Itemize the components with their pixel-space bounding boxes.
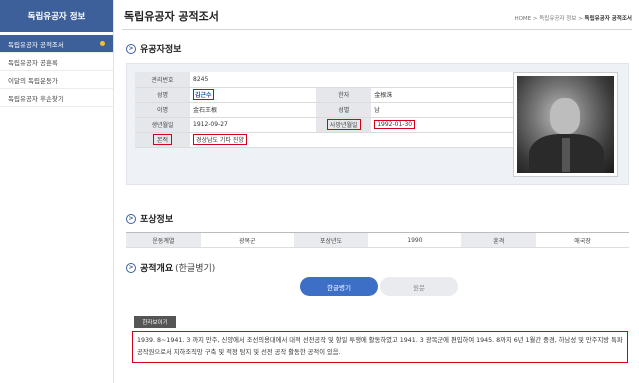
- profile-panel: 관리번호 8245 성명 김근수 한자 金根洙 이명 金石王根 성별 남 생년월…: [126, 63, 629, 185]
- category-value: 광복군: [200, 232, 294, 248]
- chevron-right-icon: >: [126, 213, 136, 224]
- hanja-label: 한자: [316, 87, 372, 103]
- id-label: 관리번호: [135, 72, 190, 88]
- summary-section-heading: > 공적개요 (한글병기): [126, 261, 215, 274]
- birth-label: 생년월일: [135, 117, 190, 133]
- active-dot-icon: [100, 41, 105, 46]
- id-value: 8245: [190, 72, 516, 88]
- section-title: 공적개요: [140, 264, 174, 274]
- chevron-right-icon: >: [126, 43, 136, 54]
- breadcrumb: HOME > 독립유공자 정보 > 독립유공자 공적조서: [514, 14, 632, 22]
- portrait-head: [550, 98, 580, 134]
- breadcrumb-separator: >: [532, 16, 538, 22]
- sidebar-title: 독립유공자 정보: [0, 0, 113, 32]
- sidebar-item-monthly-activist[interactable]: 이달의 독립운동가: [0, 71, 113, 89]
- sidebar-item-merit-book[interactable]: 독립유공자 공훈록: [0, 53, 113, 71]
- death-cell: 1992-01-30: [371, 117, 516, 133]
- origin-label-cell: 본적: [135, 132, 190, 148]
- sidebar-item-descendants[interactable]: 독립유공자 후손찾기: [0, 89, 113, 107]
- sidebar: 독립유공자 정보 독립유공자 공적조서 독립유공자 공훈록 이달의 독립운동가 …: [0, 0, 114, 383]
- year-value: 1990: [368, 232, 462, 248]
- origin-value: 경상남도 기타 진양: [193, 134, 247, 145]
- sidebar-item-label: 독립유공자 공적조서: [8, 40, 64, 49]
- breadcrumb-level1[interactable]: 독립유공자 정보: [539, 16, 576, 22]
- tab-original[interactable]: 원문: [380, 277, 458, 296]
- origin-cell: 경상남도 기타 진양: [190, 132, 516, 148]
- name-value: 김근수: [193, 89, 214, 100]
- table-row: 관리번호 8245: [135, 72, 516, 88]
- awards-table: 운동계열 광복군 포상년도 1990 훈격 애국장: [126, 232, 629, 248]
- breadcrumb-current: 독립유공자 공적조서: [584, 16, 632, 22]
- hanja-value: 金根洙: [371, 87, 516, 103]
- sidebar-item-merit-record[interactable]: 독립유공자 공적조서: [0, 35, 113, 53]
- sidebar-item-label: 독립유공자 후손찾기: [8, 94, 64, 103]
- year-label: 포상년도: [293, 232, 369, 248]
- alias-value: 金石王根: [190, 102, 317, 118]
- title-divider: [122, 29, 632, 30]
- section-title: 포상정보: [140, 215, 174, 225]
- portrait-image: [517, 76, 614, 173]
- breadcrumb-home[interactable]: HOME: [514, 16, 531, 22]
- sex-value: 남: [371, 102, 516, 118]
- chevron-right-icon: >: [126, 262, 136, 273]
- awards-section-heading: > 포상정보: [126, 212, 173, 225]
- table-row: 이명 金石王根 성별 남: [135, 102, 516, 118]
- summary-text: 1939. 8~1941. 3 까지 만주, 신양에서 조선의용대에서 대적 선…: [132, 331, 628, 363]
- table-row: 생년월일 1912-09-27 사망년월일 1992-01-30: [135, 117, 516, 133]
- portrait-tie: [562, 138, 570, 172]
- death-label: 사망년월일: [326, 119, 361, 130]
- table-row: 본적 경상남도 기타 진양: [135, 132, 516, 148]
- name-cell: 김근수: [190, 87, 317, 103]
- death-value: 1992-01-30: [374, 120, 416, 129]
- show-hanja-button[interactable]: 한자보이기: [134, 316, 176, 328]
- tab-korean[interactable]: 한글병기: [300, 277, 378, 296]
- section-subtitle: (한글병기): [175, 264, 216, 274]
- summary-tabs: 한글병기 원문: [300, 277, 458, 296]
- page-title: 독립유공자 공적조서: [124, 10, 219, 23]
- profile-section-heading: > 유공자정보: [126, 42, 181, 55]
- table-row: 운동계열 광복군 포상년도 1990 훈격 애국장: [126, 232, 629, 248]
- medal-label: 훈격: [461, 232, 537, 248]
- death-label-cell: 사망년월일: [316, 117, 372, 133]
- sex-label: 성별: [316, 102, 372, 118]
- table-row: 성명 김근수 한자 金根洙: [135, 87, 516, 103]
- name-label: 성명: [135, 87, 190, 103]
- sidebar-item-label: 독립유공자 공훈록: [8, 58, 58, 67]
- section-title: 유공자정보: [140, 45, 182, 55]
- category-label: 운동계열: [126, 232, 201, 248]
- medal-value: 애국장: [536, 232, 629, 248]
- alias-label: 이명: [135, 102, 190, 118]
- sidebar-item-label: 이달의 독립운동가: [8, 76, 58, 85]
- main-content: 독립유공자 공적조서 HOME > 독립유공자 정보 > 독립유공자 공적조서 …: [122, 0, 632, 383]
- origin-label: 본적: [152, 134, 173, 145]
- portrait-photo: [513, 72, 618, 177]
- breadcrumb-separator: >: [578, 16, 583, 22]
- profile-table: 관리번호 8245 성명 김근수 한자 金根洙 이명 金石王根 성별 남 생년월…: [135, 72, 516, 148]
- birth-value: 1912-09-27: [190, 117, 317, 133]
